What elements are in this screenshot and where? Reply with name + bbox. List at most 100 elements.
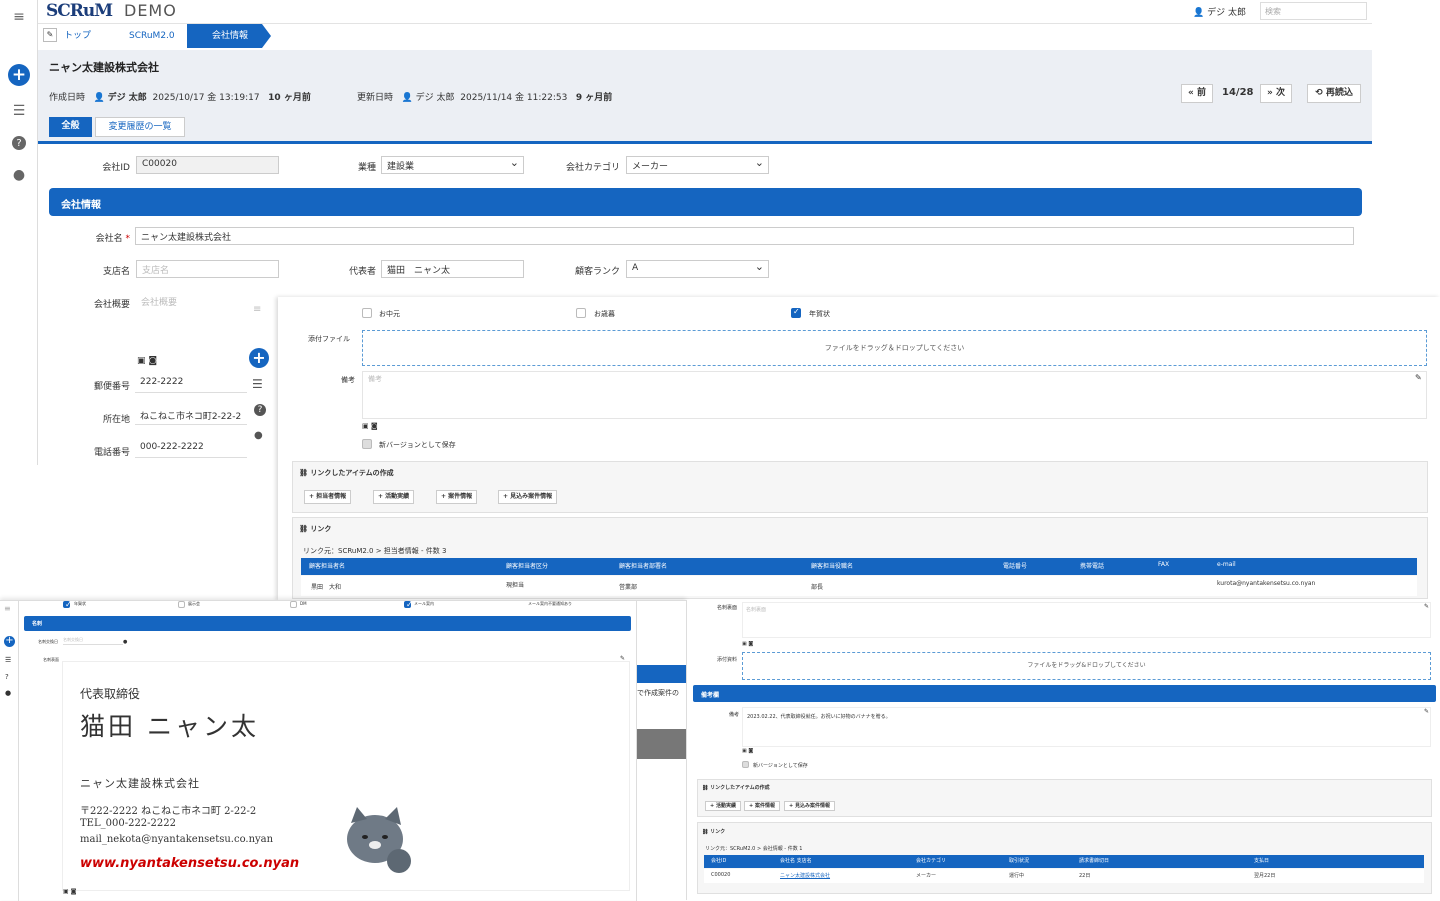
column-header[interactable]: 顧客担当者部署名 [619,561,667,570]
breadcrumb-top[interactable]: トップ [64,24,91,48]
create-deal-button[interactable]: + 案件情報 [744,801,780,811]
column-header[interactable]: 電話番号 [1003,561,1027,570]
help-icon[interactable]: ? [12,136,26,150]
column-header[interactable]: FAX [1158,561,1169,568]
column-header[interactable]: 会社ID [711,857,726,864]
edit-icon[interactable]: ✎ [1424,603,1429,610]
breadcrumb-scrum[interactable]: SCRuM2.0 [129,24,175,48]
image-icon[interactable]: ▣ ◙ [137,356,157,366]
table-row[interactable]: 黒田 大和 現担当 営業部 部長 kurota@nyantakensetsu.c… [301,576,1417,596]
logo[interactable]: SCRuM [46,1,113,21]
create-activity-button[interactable]: + 活動実績 [705,801,741,811]
drag-handle-icon[interactable]: ≡ [253,304,261,315]
overview-field[interactable]: 会社概要 [136,293,275,353]
hamburger-menu-icon[interactable]: ≡ [4,604,11,613]
note-label: 備考 [729,712,740,718]
save-version-checkbox[interactable] [742,761,749,768]
checkbox-exhibition[interactable] [178,601,185,608]
image-icon[interactable]: ▣ ◙ [63,888,76,895]
hamburger-menu-icon[interactable]: ≡ [8,6,30,28]
note-label: 備考 [341,376,355,384]
column-header[interactable]: 携帯電話 [1080,561,1104,570]
tab-general[interactable]: 全般 [49,117,92,137]
industry-select[interactable]: 建設業 [381,156,524,174]
help-icon[interactable]: ? [254,404,266,416]
create-deal-button[interactable]: + 案件情報 [436,490,478,504]
detail-panel-overlay: お中元 お歳暮 年賀状 添付ファイル ファイルをドラッグ＆ドロップしてください … [278,297,1440,600]
column-header[interactable]: 請求書締切日 [1079,857,1109,864]
card-date-field[interactable]: 名刺交換日 [63,637,123,645]
breadcrumb-company[interactable]: 会社情報 [187,24,271,48]
edit-icon[interactable]: ✎ [1424,708,1429,715]
add-icon[interactable]: + [4,636,15,647]
current-user[interactable]: 👤 デジ 太郎 [1193,5,1246,18]
branch-field[interactable]: 支店名 [136,260,279,278]
next-button[interactable]: » 次 [1260,84,1292,103]
phone-field[interactable]: 000-222-2222 [135,440,247,458]
create-contact-button[interactable]: + 担当者情報 [304,490,352,504]
company-name-field[interactable]: ニャン太建設株式会社 [135,227,1354,245]
user-icon[interactable]: ● [8,164,30,186]
column-header[interactable]: 顧客担当役職名 [811,561,853,570]
company-id-field[interactable]: C00020 [136,156,279,174]
card-back-field[interactable]: 名刺裏面 [742,602,1431,638]
checkbox-dm[interactable] [290,601,297,608]
checkbox-label: メール案内 [414,601,434,606]
column-header[interactable]: 顧客担当者区分 [506,561,548,570]
rank-select[interactable]: A [626,260,769,278]
column-header[interactable]: 会社カテゴリ [916,857,946,864]
user-icon: 👤 [1193,8,1205,18]
linked-create-panel: ⛓ リンクしたアイテムの作成 + 活動実績 + 案件情報 + 見込み案件情報 [697,779,1432,817]
checkbox-ochugen[interactable] [362,308,372,318]
list-icon[interactable]: ☰ [252,377,263,391]
column-header[interactable]: 支払日 [1254,857,1269,864]
add-icon[interactable]: + [8,64,30,86]
file-drop-zone[interactable]: ファイルをドラッグ＆ドロップしてください [362,330,1427,366]
card-date-label: 名刺交換日 [38,639,58,644]
create-prospect-button[interactable]: + 見込み案件情報 [784,801,835,811]
clear-icon[interactable]: ● [123,639,127,645]
list-icon[interactable]: ☰ [5,656,11,664]
card-front-image[interactable]: 代表取締役 猫田 ニャン太 ニャン太建設株式会社 〒222-2222 ねこねこ市… [62,661,630,891]
table-row[interactable]: C00020 ニャン太建設株式会社 メーカー 運行中 22日 翌月22日 [704,869,1424,883]
add-icon[interactable]: + [249,348,269,368]
table-cell: 22日 [1079,873,1091,879]
zip-field[interactable]: 222-2222 [135,375,247,393]
create-prospect-button[interactable]: + 見込み案件情報 [498,490,558,504]
image-icon[interactable]: ▣ ◙ [742,748,753,754]
links-table-header: 顧客担当者名 顧客担当者区分 顧客担当者部署名 顧客担当役職名 電話番号 携帯電… [301,558,1417,575]
list-icon[interactable]: ☰ [8,100,30,122]
help-icon[interactable]: ? [5,673,9,681]
background-bar [637,665,687,683]
address-field[interactable]: ねこねこ市ネコ町2-22-2 [135,407,247,425]
rep-field[interactable]: 猫田 ニャン太 [381,260,524,278]
note-field[interactable]: 2023.02.22、代表取締役就任。お祝いに好物のバナナを贈る。 [742,707,1431,747]
column-header[interactable]: e-mail [1217,561,1236,568]
checkbox-nengajo[interactable] [791,307,801,318]
category-label: 会社カテゴリ [565,163,620,173]
top-bar: SCRuM DEMO 👤 デジ 太郎 検索 [38,0,1372,24]
file-drop-zone[interactable]: ファイルをドラッグ&ドロップしてください [742,652,1431,680]
search-input[interactable]: 検索 [1260,2,1367,20]
column-header[interactable]: 顧客担当者名 [309,561,345,570]
tab-history[interactable]: 変更履歴の一覧 [95,117,185,137]
links-title: ⛓ リンク [702,829,726,835]
edit-icon[interactable]: ✎ [1415,373,1422,382]
company-link[interactable]: ニャン太建設株式会社 [780,872,830,879]
save-version-checkbox[interactable] [362,439,372,449]
column-header[interactable]: 取引状況 [1009,857,1029,864]
column-header[interactable]: 会社名 支店名 [780,857,812,864]
reload-button[interactable]: ⟲ 再読込 [1307,84,1361,103]
create-activity-button[interactable]: + 活動実績 [373,490,415,504]
user-icon[interactable]: ● [254,430,263,441]
checkbox-nengajo[interactable] [63,600,72,609]
prev-button[interactable]: « 前 [1181,84,1213,103]
category-select[interactable]: メーカー [626,156,769,174]
checkbox-mail[interactable] [404,600,413,609]
note-field[interactable]: 備考 [362,371,1427,419]
checkbox-oseibo[interactable] [576,308,586,318]
user-icon[interactable]: ● [5,689,11,697]
image-icon[interactable]: ▣ ◙ [742,641,753,647]
image-icon[interactable]: ▣ ◙ [362,422,378,430]
pin-icon[interactable]: ✎ [43,28,57,42]
